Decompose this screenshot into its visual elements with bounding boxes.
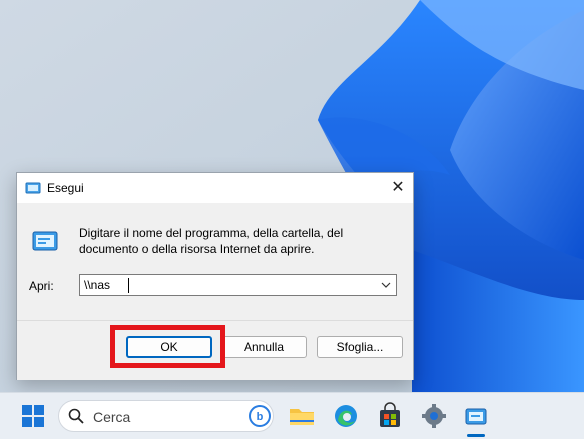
taskbar: Cerca b [0,392,584,439]
settings-icon[interactable] [418,400,450,432]
open-input[interactable]: \\nas [79,274,397,296]
close-button[interactable]: ✕ [383,173,413,203]
run-app-icon[interactable] [460,400,492,432]
run-dialog: Esegui ✕ Digitare il nome del programma,… [16,172,414,380]
open-input-value: \\nas [84,278,111,292]
text-caret [128,278,129,293]
open-label: Apri: [29,279,54,293]
cancel-button[interactable]: Annulla [221,336,307,358]
ok-button-highlight-box [110,325,225,368]
dialog-titlebar[interactable]: Esegui ✕ [17,173,413,203]
edge-browser-icon[interactable] [330,400,362,432]
taskbar-search-box[interactable]: Cerca b [58,400,274,432]
windows-start-icon[interactable] [17,400,49,432]
active-app-indicator [467,434,485,437]
svg-text:b: b [257,411,264,423]
search-icon [67,407,85,428]
run-app-icon [31,229,59,253]
file-explorer-icon[interactable] [286,400,318,432]
browse-button[interactable]: Sfoglia... [317,336,403,358]
search-placeholder: Cerca [93,409,131,425]
run-app-icon [25,181,41,195]
bing-icon[interactable]: b [249,405,271,430]
dialog-description: Digitare il nome del programma, della ca… [79,226,344,256]
microsoft-store-icon[interactable] [374,400,406,432]
dialog-title: Esegui [47,181,84,195]
chevron-down-icon[interactable] [380,277,392,293]
